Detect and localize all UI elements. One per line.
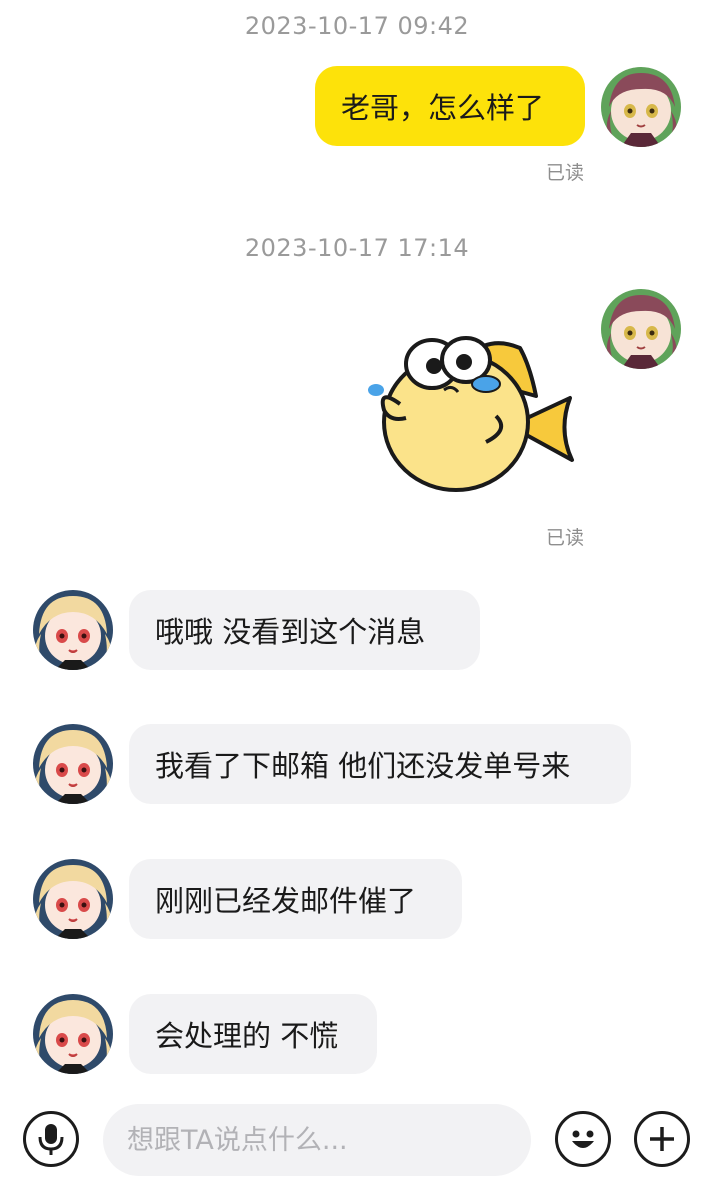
contact-message-bubble[interactable]: 我看了下邮箱 他们还没发单号来 <box>129 724 631 804</box>
message-text: 刚刚已经发邮件催了 <box>155 884 417 918</box>
my-message-bubble[interactable]: 老哥，怎么样了 <box>315 66 585 146</box>
message-text: 会处理的 不慌 <box>155 1019 339 1053</box>
my-avatar[interactable] <box>601 289 681 369</box>
contact-avatar[interactable] <box>33 994 113 1074</box>
message-input[interactable] <box>103 1104 531 1176</box>
message-timestamp: 2023-10-17 09:42 <box>244 12 470 40</box>
contact-avatar[interactable] <box>33 724 113 804</box>
contact-message-bubble[interactable]: 刚刚已经发邮件催了 <box>129 859 462 939</box>
more-button[interactable] <box>634 1111 690 1167</box>
message-text: 我看了下邮箱 他们还没发单号来 <box>155 749 571 783</box>
fish-sticker[interactable] <box>360 326 586 498</box>
message-text: 哦哦 没看到这个消息 <box>155 615 426 649</box>
plus-icon <box>650 1127 674 1151</box>
emoji-button[interactable] <box>555 1111 611 1167</box>
contact-message-bubble[interactable]: 哦哦 没看到这个消息 <box>129 590 480 670</box>
smiley-icon <box>572 1130 594 1148</box>
composer-bar <box>0 1093 714 1199</box>
contact-avatar[interactable] <box>33 859 113 939</box>
message-text: 老哥，怎么样了 <box>341 91 545 125</box>
message-timestamp: 2023-10-17 17:14 <box>244 234 470 262</box>
read-receipt: 已读 <box>546 162 585 184</box>
voice-button[interactable] <box>23 1111 79 1167</box>
microphone-icon <box>38 1124 64 1155</box>
my-avatar[interactable] <box>601 67 681 147</box>
read-receipt: 已读 <box>546 527 585 549</box>
contact-avatar[interactable] <box>33 590 113 670</box>
contact-message-bubble[interactable]: 会处理的 不慌 <box>129 994 377 1074</box>
